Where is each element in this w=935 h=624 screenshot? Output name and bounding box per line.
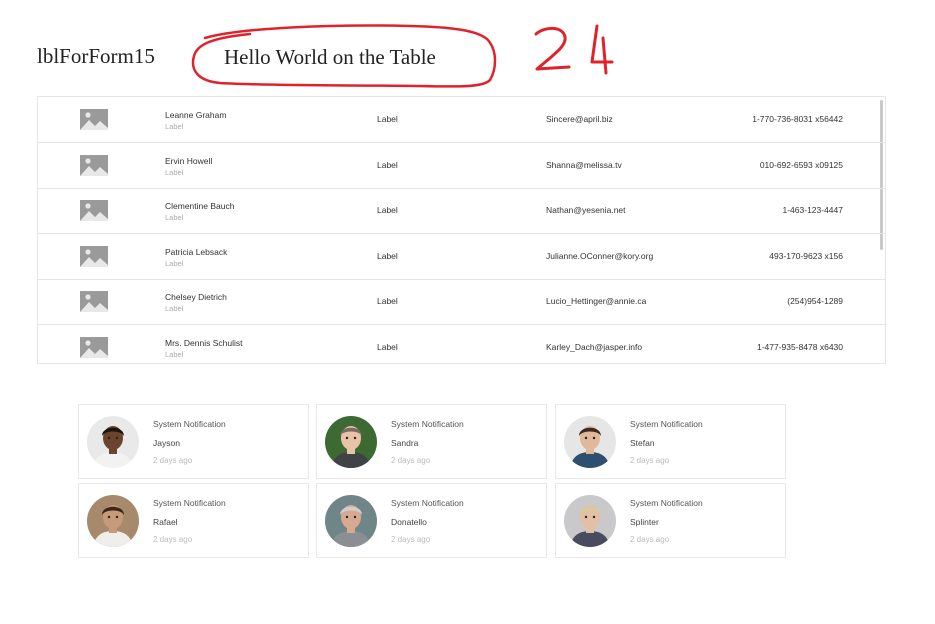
- notification-user-name: Jayson: [153, 438, 180, 448]
- avatar: [325, 416, 377, 468]
- row-label: Label: [377, 114, 398, 124]
- row-phone: 1-477-935-8478 x6430: [756, 341, 843, 352]
- row-sub-label: Label: [165, 213, 184, 222]
- notification-title: System Notification: [153, 498, 226, 508]
- avatar: [564, 416, 616, 468]
- notification-user-name: Splinter: [630, 517, 659, 527]
- notification-time: 2 days ago: [630, 456, 670, 465]
- row-sub-label: Label: [165, 349, 184, 359]
- notification-time: 2 days ago: [391, 456, 431, 465]
- notification-card[interactable]: System Notification Sandra 2 days ago: [316, 404, 547, 479]
- row-email: Karley_Dach@jasper.info: [546, 341, 643, 352]
- row-label: Label: [377, 341, 398, 352]
- table-row[interactable]: Leanne Graham Label Label Sincere@april.biz…: [38, 97, 885, 143]
- notification-time: 2 days ago: [391, 535, 431, 544]
- row-name: Leanne Graham: [165, 110, 227, 120]
- notification-card[interactable]: System Notification Stefan 2 days ago: [555, 404, 786, 479]
- row-name: Mrs. Dennis Schulist: [165, 337, 243, 348]
- notification-title: System Notification: [153, 419, 226, 429]
- image-placeholder-icon: [80, 200, 108, 221]
- notification-card[interactable]: System Notification Donatello 2 days ago: [316, 483, 547, 558]
- table-row[interactable]: Ervin Howell Label Label Shanna@melissa.tv 0…: [38, 143, 885, 189]
- row-email: Lucio_Hettinger@annie.ca: [546, 296, 647, 306]
- row-phone: 1-770-736-8031 x56442: [752, 114, 843, 124]
- row-phone: 493-170-9623 x156: [769, 250, 843, 261]
- notification-time: 2 days ago: [153, 535, 193, 544]
- row-phone: (254)954-1289: [787, 296, 843, 306]
- notification-user-name: Sandra: [391, 438, 419, 448]
- row-sub-label: Label: [165, 122, 184, 131]
- avatar: [87, 495, 139, 547]
- user-table[interactable]: Leanne Graham Label Label Sincere@april.biz…: [37, 96, 886, 364]
- row-email: Nathan@yesenia.net: [546, 205, 626, 215]
- row-sub-label: Label: [165, 258, 184, 268]
- image-placeholder-icon: [80, 291, 108, 312]
- page-title: Hello World on the Table: [224, 45, 436, 69]
- form-label: lblForForm15: [37, 44, 155, 68]
- table-row[interactable]: Clementine Bauch Label Label Nathan@yesenia…: [38, 188, 885, 234]
- row-label: Label: [377, 296, 398, 306]
- row-phone: 1-463-123-4447: [782, 205, 844, 215]
- notification-user-name: Rafael: [153, 517, 178, 527]
- image-placeholder-icon: [80, 245, 108, 267]
- notification-card[interactable]: System Notification Rafael 2 days ago: [78, 483, 309, 558]
- row-phone: 010-692-6593 x09125: [759, 159, 843, 170]
- row-name: Chelsey Dietrich: [165, 292, 227, 302]
- notification-title: System Notification: [630, 419, 703, 429]
- avatar: [325, 495, 377, 547]
- notification-title: System Notification: [391, 498, 464, 508]
- row-email: Julianne.OConner@kory.org: [546, 250, 654, 261]
- notification-user-name: Stefan: [630, 438, 655, 448]
- notification-time: 2 days ago: [153, 456, 193, 465]
- notification-card[interactable]: System Notification Splinter 2 days ago: [555, 483, 786, 558]
- row-name: Clementine Bauch: [165, 201, 235, 211]
- row-name: Patricia Lebsack: [165, 246, 228, 257]
- row-name: Ervin Howell: [165, 155, 213, 166]
- row-sub-label: Label: [165, 167, 184, 177]
- row-email: Sincere@april.biz: [546, 114, 613, 124]
- notification-user-name: Donatello: [391, 517, 427, 527]
- row-label: Label: [377, 250, 398, 261]
- notification-card[interactable]: System Notification Jayson 2 days ago: [78, 404, 309, 479]
- image-placeholder-icon: [80, 336, 108, 358]
- avatar: [564, 495, 616, 547]
- avatar: [87, 416, 139, 468]
- row-label: Label: [377, 159, 398, 170]
- notification-title: System Notification: [391, 419, 464, 429]
- image-placeholder-icon: [80, 109, 108, 130]
- image-placeholder-icon: [80, 154, 108, 176]
- table-row[interactable]: Patricia Lebsack Label Label Julianne.OConn…: [38, 234, 885, 280]
- notification-title: System Notification: [630, 498, 703, 508]
- row-email: Shanna@melissa.tv: [546, 159, 622, 170]
- notification-time: 2 days ago: [630, 535, 670, 544]
- row-sub-label: Label: [165, 304, 184, 313]
- table-row[interactable]: Chelsey Dietrich Label Label Lucio_Hettinge…: [38, 279, 885, 325]
- table-row[interactable]: Mrs. Dennis Schulist Label Label Karley_Dac…: [38, 325, 885, 364]
- row-label: Label: [377, 205, 398, 215]
